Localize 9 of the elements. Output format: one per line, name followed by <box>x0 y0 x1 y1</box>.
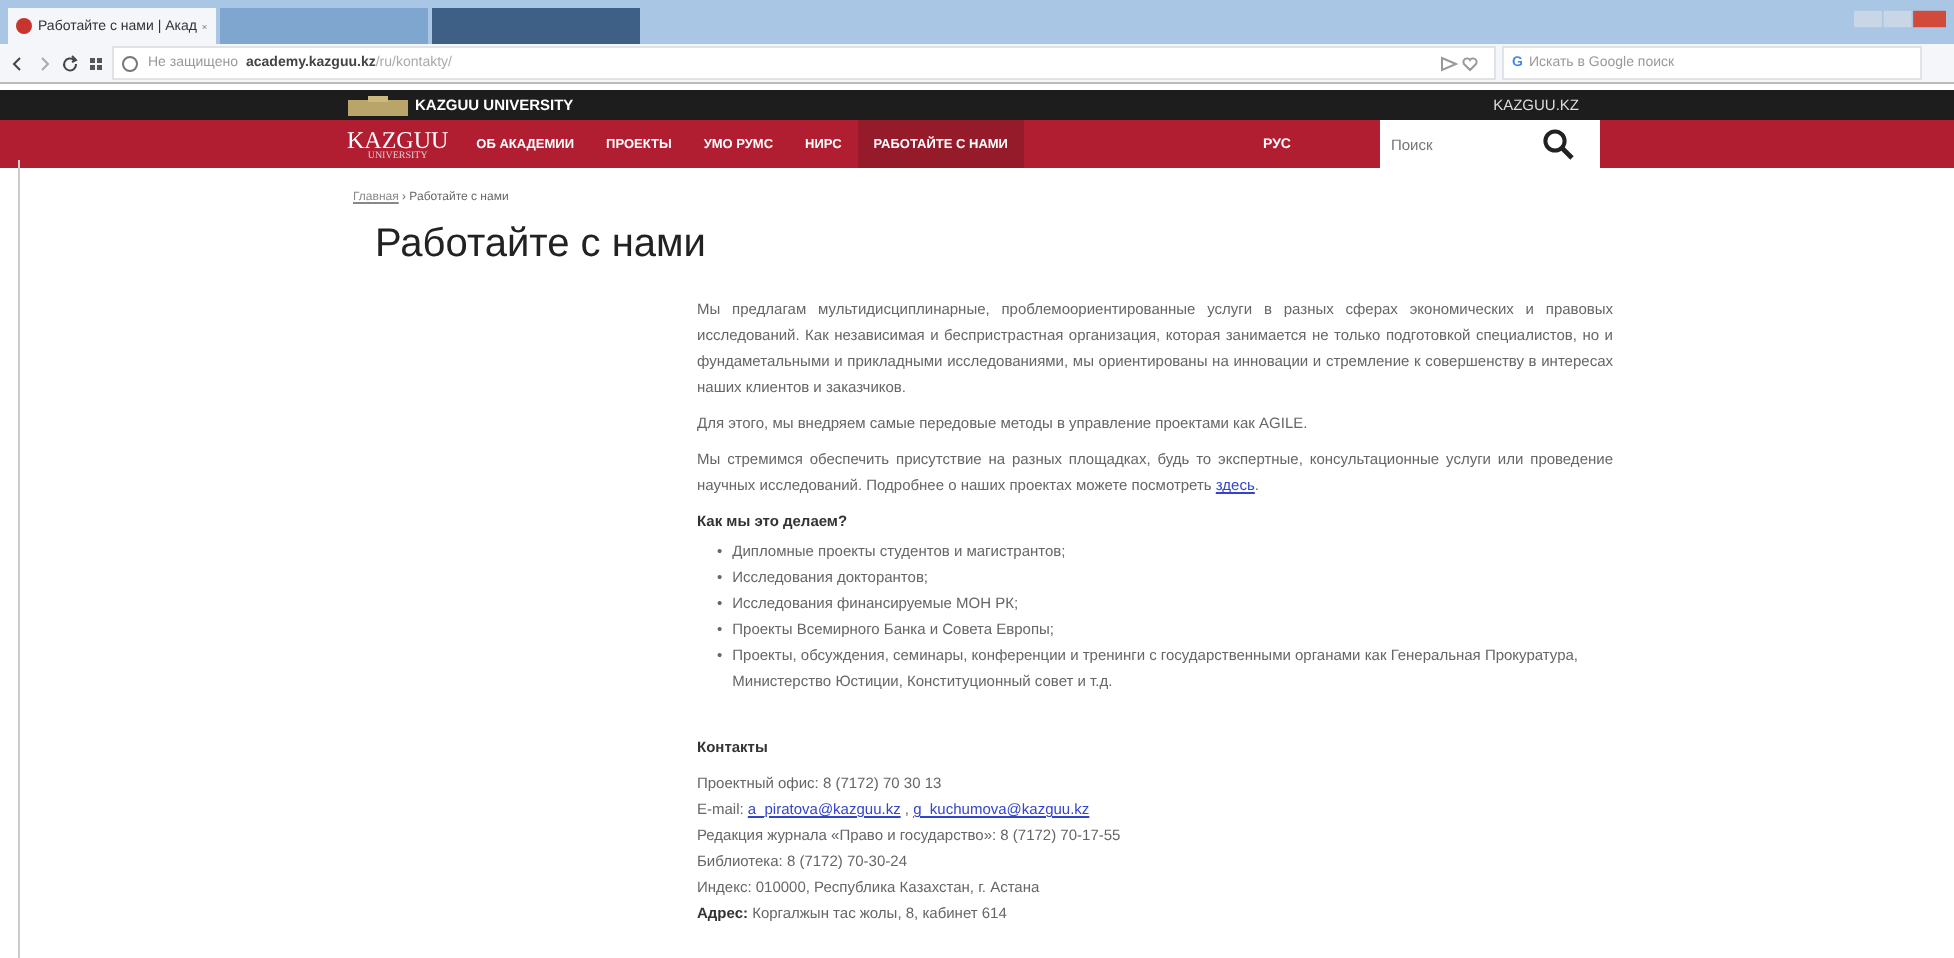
grid-icon[interactable] <box>86 53 106 73</box>
logo-text[interactable]: KAZGUU <box>347 127 449 151</box>
send-heart-icon[interactable] <box>1440 53 1480 73</box>
site-favicon-icon <box>16 18 32 34</box>
window-controls-icon[interactable] <box>1854 8 1946 30</box>
building-icon <box>347 95 407 115</box>
page-title: Работайте с нами <box>375 222 708 268</box>
reload-icon[interactable] <box>60 53 80 73</box>
search-icon <box>1541 128 1573 160</box>
